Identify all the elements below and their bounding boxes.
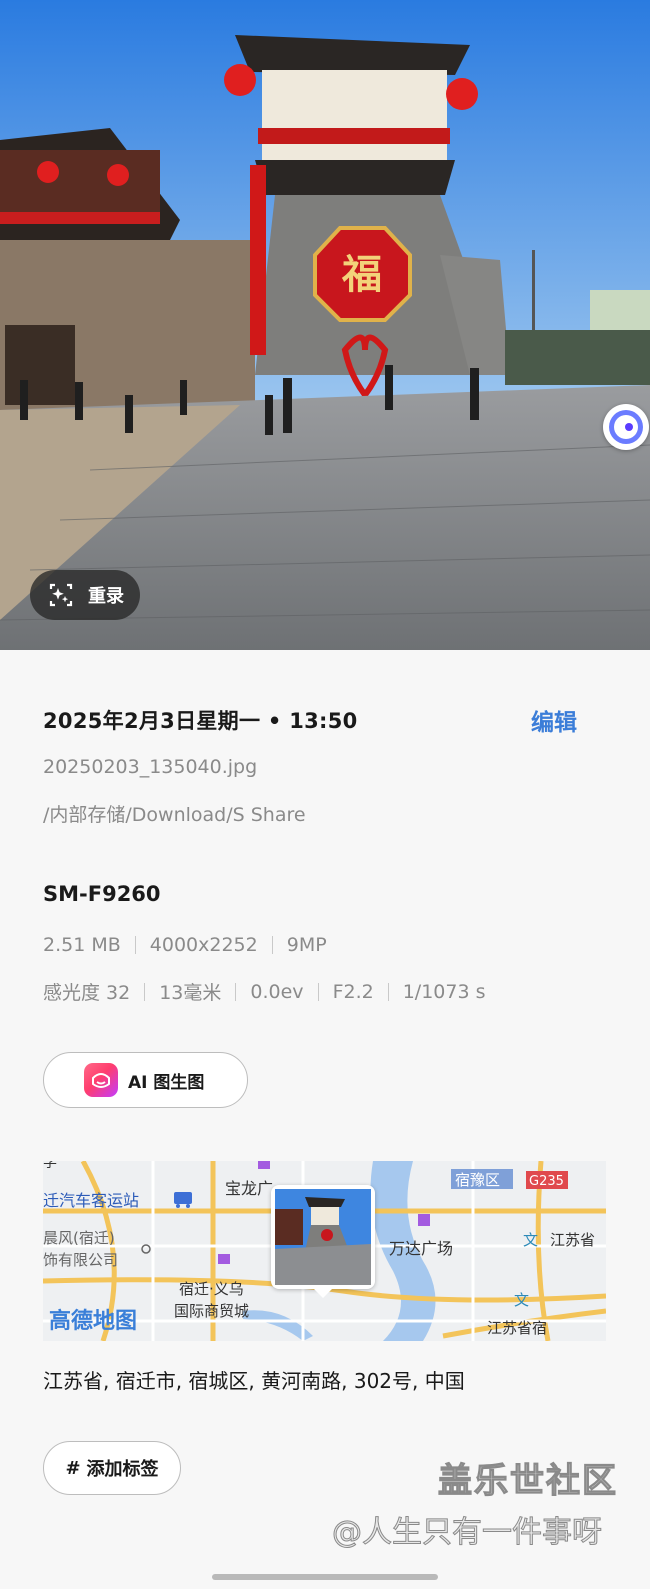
map-label-bus-station: 迁汽车客运站 xyxy=(43,1191,139,1210)
address-text: 江苏省, 宿迁市, 宿城区, 黄河南路, 302号, 中国 xyxy=(43,1369,465,1393)
map-photo-thumbnail[interactable] xyxy=(271,1185,375,1289)
edit-button[interactable]: 编辑 xyxy=(531,703,577,737)
home-indicator[interactable] xyxy=(212,1574,438,1580)
remaster-button[interactable]: 重录 xyxy=(30,570,140,620)
map-label-top-left: 学 xyxy=(43,1161,57,1171)
map-label-g235: G235 xyxy=(529,1174,564,1189)
sign-character: 福 xyxy=(341,251,382,298)
ai-button-label: AI 图生图 xyxy=(128,1072,205,1093)
shutter-speed: 1/1073 s xyxy=(402,980,486,1003)
map-label-jingfeng-2: 饰有限公司 xyxy=(43,1251,118,1269)
watermark-user: @人生只有一件事呀 xyxy=(332,1515,603,1551)
map-label-suyu: 宿豫区 xyxy=(455,1171,500,1189)
map-label-yiwu-2: 国际商贸城 xyxy=(174,1302,249,1320)
location-map[interactable]: 学 迁汽车客运站 宝龙广 宿豫区 G235 晨风(宿迁) 饰有限公司 万达广场 … xyxy=(43,1161,606,1341)
file-meta-row: 2.51 MB 4000x2252 9MP xyxy=(43,934,327,956)
divider xyxy=(387,982,389,1001)
assistant-bubble-icon[interactable] xyxy=(603,404,649,450)
details-panel: 2025年2月3日星期一 • 13:50 编辑 20250203_135040.… xyxy=(0,650,650,1589)
map-label-wen-icon: 文 xyxy=(523,1231,538,1249)
ai-image-to-image-button[interactable]: AI 图生图 xyxy=(43,1052,248,1108)
map-pin-tail xyxy=(313,1288,333,1298)
map-label-jiangsu-bottom: 江苏省宿 xyxy=(487,1319,547,1337)
device-model: SM-F9260 xyxy=(43,882,161,906)
watermark-community: 盖乐世社区 xyxy=(437,1460,618,1501)
divider xyxy=(134,936,136,954)
exposure-value: 0.0ev xyxy=(250,980,304,1003)
map-label-wen-icon-2: 文 xyxy=(514,1291,529,1309)
filename-text: 20250203_135040.jpg xyxy=(43,756,258,778)
megapixels: 9MP xyxy=(286,934,327,956)
photo-viewer[interactable]: 福 重录 xyxy=(0,0,650,650)
thumbnail-image xyxy=(275,1189,371,1285)
map-label-baolong: 宝龙广 xyxy=(225,1179,273,1198)
datetime-text: 2025年2月3日星期一 • 13:50 xyxy=(43,709,358,733)
map-label-yiwu-1: 宿迁·义乌 xyxy=(179,1280,244,1298)
add-tag-label: 添加标签 xyxy=(86,1459,159,1480)
sparkle-image-icon xyxy=(44,578,78,612)
map-label-wanda: 万达广场 xyxy=(389,1239,453,1258)
map-provider-logo: 高德地图 xyxy=(49,1308,137,1334)
camera-meta-row: 感光度 32 13毫米 0.0ev F2.2 1/1073 s xyxy=(43,978,486,1005)
divider xyxy=(271,936,273,954)
photo-image: 福 xyxy=(0,0,650,650)
focal-length: 13毫米 xyxy=(159,982,222,1004)
resolution: 4000x2252 xyxy=(149,934,258,956)
hash-icon: # xyxy=(65,1457,81,1479)
divider xyxy=(144,982,146,1001)
map-label-jiangsu-right: 江苏省 xyxy=(550,1231,595,1249)
file-size: 2.51 MB xyxy=(43,934,121,956)
aperture: F2.2 xyxy=(332,980,374,1003)
ai-face-icon xyxy=(84,1063,118,1097)
map-label-jingfeng-1: 晨风(宿迁) xyxy=(43,1229,115,1247)
iso: 感光度 32 xyxy=(43,982,131,1004)
divider xyxy=(317,982,319,1001)
remaster-label: 重录 xyxy=(88,586,124,607)
divider xyxy=(235,982,237,1001)
add-tag-button[interactable]: # 添加标签 xyxy=(43,1441,181,1495)
filepath-text: /内部存储/Download/S Share xyxy=(43,804,306,826)
